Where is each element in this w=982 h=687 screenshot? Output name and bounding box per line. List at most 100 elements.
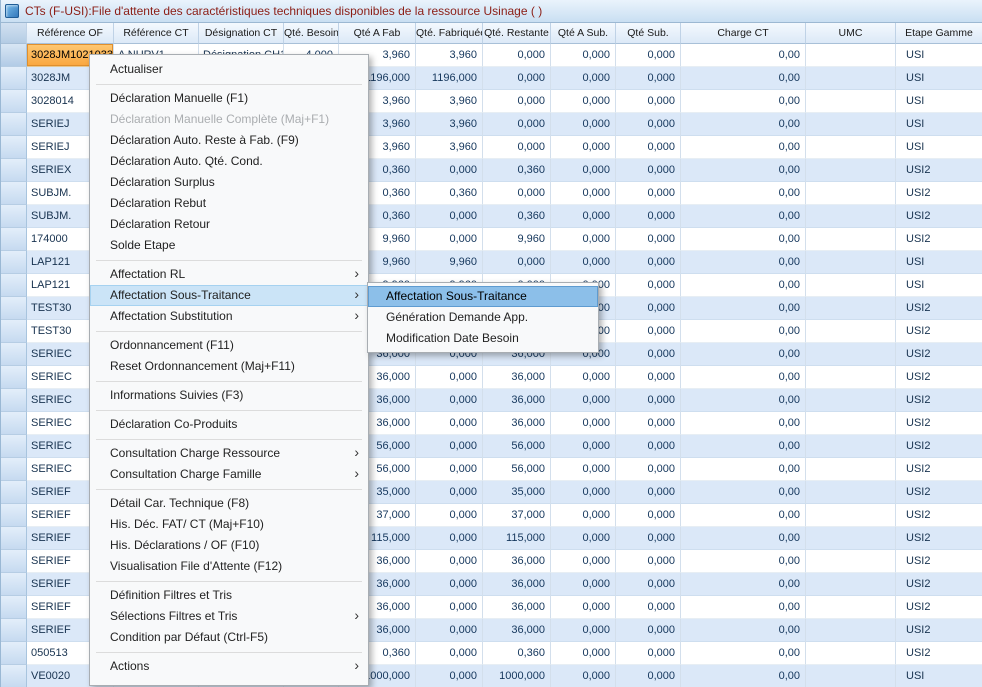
cell-chargeCT[interactable]: 0,00 [681, 274, 806, 297]
menu-item[interactable]: Actions› [90, 656, 368, 677]
cell-qteRestante[interactable]: 35,000 [483, 481, 551, 504]
row-selector[interactable] [1, 596, 27, 619]
cell-umc[interactable] [806, 274, 896, 297]
cell-qteFabriquee[interactable]: 0,000 [416, 642, 483, 665]
cell-qteFabriquee[interactable]: 3,960 [416, 44, 483, 67]
cell-qteSub[interactable]: 0,000 [616, 458, 681, 481]
cell-qteFabriquee[interactable]: 3,960 [416, 90, 483, 113]
row-selector[interactable] [1, 550, 27, 573]
cell-qteSub[interactable]: 0,000 [616, 596, 681, 619]
row-selector[interactable] [1, 44, 27, 67]
cell-qteSub[interactable]: 0,000 [616, 251, 681, 274]
menu-item[interactable]: Détail Car. Technique (F8) [90, 493, 368, 514]
cell-qteSub[interactable]: 0,000 [616, 320, 681, 343]
row-selector[interactable] [1, 527, 27, 550]
cell-chargeCT[interactable]: 0,00 [681, 458, 806, 481]
cell-qteASub[interactable]: 0,000 [551, 435, 616, 458]
cell-umc[interactable] [806, 228, 896, 251]
menu-item[interactable]: Déclaration Manuelle (F1) [90, 88, 368, 109]
cell-qteFabriquee[interactable]: 0,000 [416, 205, 483, 228]
cell-qteSub[interactable]: 0,000 [616, 228, 681, 251]
cell-chargeCT[interactable]: 0,00 [681, 550, 806, 573]
cell-etapeGamme[interactable]: USI2 [896, 550, 982, 573]
menu-item[interactable]: Déclaration Rebut [90, 193, 368, 214]
cell-etapeGamme[interactable]: USI [896, 136, 982, 159]
cell-chargeCT[interactable]: 0,00 [681, 527, 806, 550]
cell-qteSub[interactable]: 0,000 [616, 205, 681, 228]
cell-umc[interactable] [806, 44, 896, 67]
cell-etapeGamme[interactable]: USI2 [896, 182, 982, 205]
cell-qteSub[interactable]: 0,000 [616, 182, 681, 205]
cell-qteFabriquee[interactable]: 0,000 [416, 458, 483, 481]
menu-item[interactable]: Actualiser [90, 59, 368, 80]
cell-etapeGamme[interactable]: USI2 [896, 527, 982, 550]
row-selector[interactable] [1, 205, 27, 228]
cell-umc[interactable] [806, 550, 896, 573]
row-selector[interactable] [1, 90, 27, 113]
cell-umc[interactable] [806, 366, 896, 389]
cell-etapeGamme[interactable]: USI2 [896, 642, 982, 665]
cell-qteSub[interactable]: 0,000 [616, 297, 681, 320]
cell-qteRestante[interactable]: 36,000 [483, 550, 551, 573]
row-selector[interactable] [1, 412, 27, 435]
cell-qteASub[interactable]: 0,000 [551, 205, 616, 228]
cell-qteRestante[interactable]: 36,000 [483, 596, 551, 619]
cell-qteSub[interactable]: 0,000 [616, 67, 681, 90]
cell-qteRestante[interactable]: 56,000 [483, 435, 551, 458]
cell-qteRestante[interactable]: 36,000 [483, 389, 551, 412]
cell-qteFabriquee[interactable]: 1196,000 [416, 67, 483, 90]
cell-qteRestante[interactable]: 0,000 [483, 67, 551, 90]
cell-qteFabriquee[interactable]: 0,000 [416, 573, 483, 596]
cell-qteSub[interactable]: 0,000 [616, 274, 681, 297]
cell-qteFabriquee[interactable]: 0,000 [416, 550, 483, 573]
cell-qteRestante[interactable]: 56,000 [483, 458, 551, 481]
row-selector[interactable] [1, 665, 27, 687]
cell-qteRestante[interactable]: 1000,000 [483, 665, 551, 687]
menu-item[interactable]: Déclaration Auto. Qté. Cond. [90, 151, 368, 172]
cell-qteRestante[interactable]: 36,000 [483, 366, 551, 389]
cell-chargeCT[interactable]: 0,00 [681, 44, 806, 67]
column-header-qteASub[interactable]: Qté A Sub. [551, 23, 616, 44]
cell-chargeCT[interactable]: 0,00 [681, 90, 806, 113]
menu-item[interactable]: Visualisation File d'Attente (F12) [90, 556, 368, 577]
column-header-qteRestante[interactable]: Qté. Restante [483, 23, 551, 44]
cell-qteASub[interactable]: 0,000 [551, 527, 616, 550]
row-selector[interactable] [1, 504, 27, 527]
cell-umc[interactable] [806, 136, 896, 159]
submenu-item[interactable]: Affectation Sous-Traitance [368, 286, 598, 307]
cell-qteSub[interactable]: 0,000 [616, 504, 681, 527]
cell-etapeGamme[interactable]: USI2 [896, 481, 982, 504]
cell-qteFabriquee[interactable]: 0,000 [416, 504, 483, 527]
cell-etapeGamme[interactable]: USI2 [896, 205, 982, 228]
submenu-item[interactable]: Génération Demande App. [368, 307, 598, 328]
row-selector[interactable] [1, 435, 27, 458]
cell-chargeCT[interactable]: 0,00 [681, 619, 806, 642]
cell-umc[interactable] [806, 504, 896, 527]
cell-chargeCT[interactable]: 0,00 [681, 297, 806, 320]
cell-qteRestante[interactable]: 115,000 [483, 527, 551, 550]
cell-etapeGamme[interactable]: USI [896, 665, 982, 687]
cell-qteASub[interactable]: 0,000 [551, 550, 616, 573]
cell-qteASub[interactable]: 0,000 [551, 44, 616, 67]
cell-chargeCT[interactable]: 0,00 [681, 665, 806, 687]
cell-qteRestante[interactable]: 0,360 [483, 642, 551, 665]
cell-qteASub[interactable]: 0,000 [551, 458, 616, 481]
cell-qteFabriquee[interactable]: 0,000 [416, 159, 483, 182]
cell-umc[interactable] [806, 297, 896, 320]
cell-chargeCT[interactable]: 0,00 [681, 504, 806, 527]
cell-qteFabriquee[interactable]: 0,000 [416, 527, 483, 550]
menu-item[interactable]: Déclaration Surplus [90, 172, 368, 193]
cell-chargeCT[interactable]: 0,00 [681, 596, 806, 619]
column-header-desigCT[interactable]: Désignation CT [199, 23, 284, 44]
row-selector[interactable] [1, 297, 27, 320]
cell-qteFabriquee[interactable]: 0,000 [416, 366, 483, 389]
row-selector[interactable] [1, 389, 27, 412]
cell-qteRestante[interactable]: 37,000 [483, 504, 551, 527]
cell-chargeCT[interactable]: 0,00 [681, 205, 806, 228]
cell-qteFabriquee[interactable]: 9,960 [416, 251, 483, 274]
menu-item[interactable]: Solde Etape [90, 235, 368, 256]
cell-qteASub[interactable]: 0,000 [551, 366, 616, 389]
cell-umc[interactable] [806, 67, 896, 90]
cell-umc[interactable] [806, 642, 896, 665]
cell-qteRestante[interactable]: 0,000 [483, 136, 551, 159]
